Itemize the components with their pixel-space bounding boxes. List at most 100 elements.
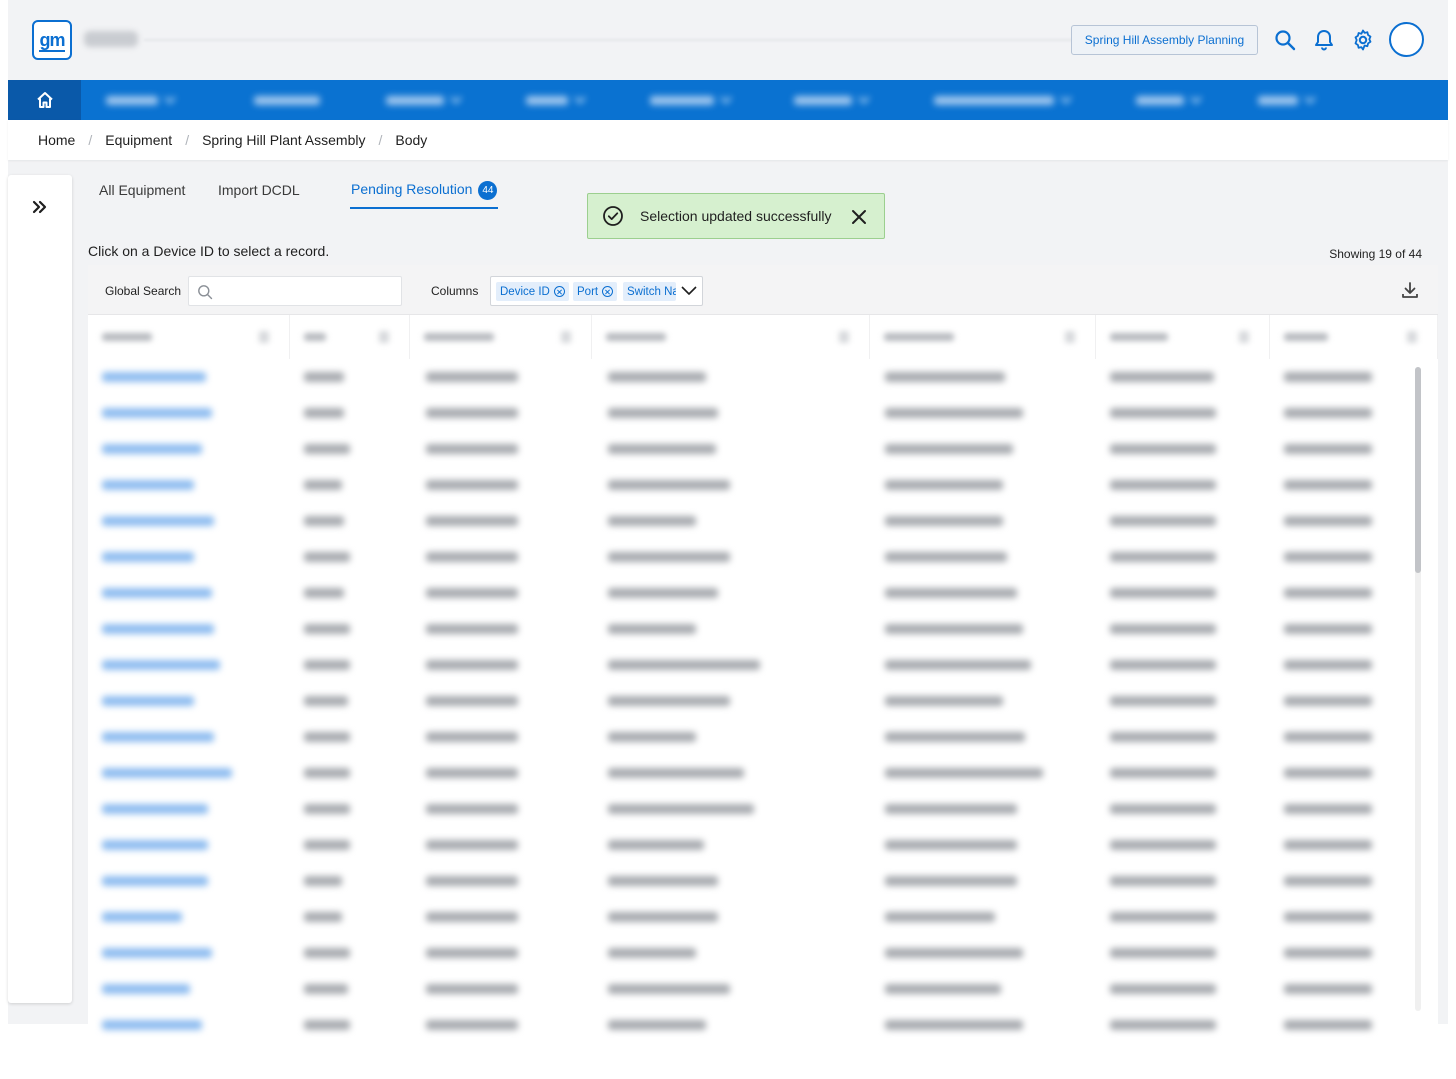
device-id-link-redacted[interactable] xyxy=(102,984,190,994)
device-id-link-redacted[interactable] xyxy=(102,732,214,742)
column-menu-icon[interactable] xyxy=(379,331,389,343)
table-row xyxy=(88,611,1408,647)
chip-label: Device ID xyxy=(500,285,550,298)
breadcrumb-plant[interactable]: Spring Hill Plant Assembly xyxy=(202,132,365,148)
grid-hint-text: Click on a Device ID to select a record. xyxy=(88,243,330,259)
nav-item-redacted-2[interactable] xyxy=(254,93,320,107)
column-chip-device-id[interactable]: Device ID xyxy=(496,282,569,301)
nav-home-button[interactable] xyxy=(8,80,81,120)
breadcrumb-equipment[interactable]: Equipment xyxy=(105,132,172,148)
remove-chip-icon[interactable] xyxy=(602,286,614,297)
nav-item-redacted-3[interactable] xyxy=(386,92,462,107)
table-row xyxy=(88,1007,1408,1043)
device-id-link-redacted[interactable] xyxy=(102,696,194,706)
table-cell-redacted xyxy=(304,840,350,850)
column-menu-icon[interactable] xyxy=(1065,331,1075,343)
table-cell-redacted xyxy=(1284,516,1372,526)
main-content: All Equipment Import DCDL Pending Resolu… xyxy=(88,175,1438,1045)
gm-logo[interactable]: gm xyxy=(32,20,72,60)
device-id-link-redacted[interactable] xyxy=(102,552,194,562)
vertical-scrollbar[interactable] xyxy=(1415,367,1421,1011)
table-cell-redacted xyxy=(1110,912,1216,922)
column-menu-icon[interactable] xyxy=(561,331,571,343)
column-menu-icon[interactable] xyxy=(259,331,269,343)
table-cell-redacted xyxy=(885,444,1013,454)
global-search-input[interactable] xyxy=(217,281,397,301)
table-cell-redacted xyxy=(426,624,518,634)
table-cell-redacted xyxy=(304,948,350,958)
column-menu-icon[interactable] xyxy=(839,331,849,343)
device-id-link-redacted[interactable] xyxy=(102,1020,202,1030)
tab-pending-resolution[interactable]: Pending Resolution 44 xyxy=(351,181,498,200)
search-icon xyxy=(198,285,213,300)
device-id-link-redacted[interactable] xyxy=(102,516,214,526)
device-id-link-redacted[interactable] xyxy=(102,444,202,454)
table-cell-redacted xyxy=(1284,768,1372,778)
table-cell-redacted xyxy=(885,984,1001,994)
column-chip-switch-name[interactable]: Switch Name xyxy=(623,282,676,301)
column-header-redacted[interactable] xyxy=(870,315,1096,359)
column-header-redacted[interactable] xyxy=(592,315,870,359)
table-cell-redacted xyxy=(426,840,518,850)
device-id-link-redacted[interactable] xyxy=(102,480,194,490)
device-id-link-redacted[interactable] xyxy=(102,660,220,670)
table-cell-redacted xyxy=(426,984,518,994)
scrollbar-thumb[interactable] xyxy=(1415,367,1421,573)
table-cell-redacted xyxy=(608,1020,706,1030)
gear-icon[interactable] xyxy=(1351,28,1375,52)
table-cell-redacted xyxy=(304,408,344,418)
columns-select[interactable]: Device ID Port Switch Name xyxy=(490,276,703,306)
expand-panel-icon[interactable] xyxy=(30,199,50,215)
table-cell-redacted xyxy=(608,444,716,454)
device-id-link-redacted[interactable] xyxy=(102,768,232,778)
nav-item-redacted-6[interactable] xyxy=(794,92,870,107)
column-chip-port[interactable]: Port xyxy=(573,282,618,301)
device-id-link-redacted[interactable] xyxy=(102,624,214,634)
device-id-link-redacted[interactable] xyxy=(102,408,212,418)
bell-icon[interactable] xyxy=(1312,28,1336,52)
remove-chip-icon[interactable] xyxy=(553,286,565,297)
column-header-redacted[interactable] xyxy=(410,315,592,359)
table-cell-redacted xyxy=(885,552,1007,562)
table-cell-redacted xyxy=(885,732,1025,742)
device-id-link-redacted[interactable] xyxy=(102,948,212,958)
table-cell-redacted xyxy=(304,696,348,706)
app-name-redacted xyxy=(84,31,138,47)
device-id-link-redacted[interactable] xyxy=(102,372,206,382)
table-cell-redacted xyxy=(608,732,696,742)
device-id-link-redacted[interactable] xyxy=(102,840,208,850)
tab-import-dcdl[interactable]: Import DCDL xyxy=(218,182,300,198)
global-search-field[interactable] xyxy=(188,276,402,306)
device-id-link-redacted[interactable] xyxy=(102,588,212,598)
nav-item-redacted-7[interactable] xyxy=(934,92,1072,107)
column-menu-icon[interactable] xyxy=(1239,331,1249,343)
table-cell-redacted xyxy=(1284,696,1372,706)
breadcrumb-home[interactable]: Home xyxy=(38,132,75,148)
nav-item-redacted-4[interactable] xyxy=(526,92,586,107)
table-cell-redacted xyxy=(1110,984,1216,994)
user-avatar[interactable] xyxy=(1389,22,1424,57)
device-id-link-redacted[interactable] xyxy=(102,912,182,922)
device-id-link-redacted[interactable] xyxy=(102,876,208,886)
tab-all-equipment[interactable]: All Equipment xyxy=(99,182,185,198)
plant-selector-button[interactable]: Spring Hill Assembly Planning xyxy=(1071,25,1258,55)
table-cell-redacted xyxy=(885,912,995,922)
nav-item-redacted-1[interactable] xyxy=(106,92,176,107)
nav-item-redacted-8[interactable] xyxy=(1136,92,1202,107)
column-header-redacted[interactable] xyxy=(1270,315,1438,359)
nav-item-redacted-5[interactable] xyxy=(650,92,732,107)
nav-item-redacted-9[interactable] xyxy=(1258,92,1316,107)
table-cell-redacted xyxy=(1284,588,1372,598)
column-menu-icon[interactable] xyxy=(1407,331,1417,343)
table-cell-redacted xyxy=(304,624,350,634)
device-id-link-redacted[interactable] xyxy=(102,804,208,814)
breadcrumb: Home / Equipment / Spring Hill Plant Ass… xyxy=(8,120,1448,160)
column-header-redacted[interactable] xyxy=(290,315,410,359)
close-icon[interactable] xyxy=(850,208,868,226)
chevron-down-icon[interactable] xyxy=(681,284,697,296)
column-header-redacted[interactable] xyxy=(88,315,290,359)
table-cell-redacted xyxy=(1110,768,1216,778)
search-icon[interactable] xyxy=(1273,28,1297,52)
download-icon[interactable] xyxy=(1400,280,1420,300)
column-header-redacted[interactable] xyxy=(1096,315,1270,359)
